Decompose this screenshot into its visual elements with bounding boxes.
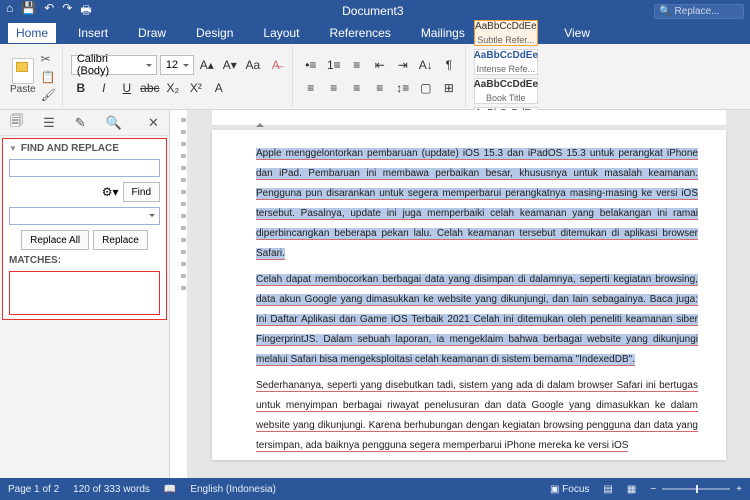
matches-list [9,271,160,315]
change-case-icon[interactable]: Aa [243,55,263,75]
matches-label: MATCHES: [9,255,160,266]
line-spacing-icon[interactable]: ↕≡ [393,78,413,98]
style-subtle-refer-[interactable]: AaBbCcDdEeSubtle Refer... [474,20,538,46]
tab-design[interactable]: Design [188,23,241,43]
increase-indent-icon[interactable]: ⇥ [393,55,413,75]
status-lang[interactable]: English (Indonesia) [190,484,276,495]
document-page[interactable]: Apple menggelontorkan pembaruan (update)… [212,130,726,460]
tab-home[interactable]: Home [8,23,56,43]
tab-references[interactable]: References [321,23,398,43]
cut-icon[interactable]: ✂ [41,52,56,66]
horizontal-ruler [212,110,726,126]
panel-title: FIND AND REPLACE [9,143,160,154]
style-book-title[interactable]: AaBbCcDdEeBook Title [474,78,538,104]
zoom-in-icon[interactable]: + [736,484,742,495]
replace-button[interactable]: Replace [93,230,148,250]
print-icon[interactable]: 🖶 [80,1,91,22]
bold-button[interactable]: B [71,78,91,98]
status-page[interactable]: Page 1 of 2 [8,484,59,495]
search-icon: 🔍 [659,6,671,17]
font-name-select[interactable]: Calibri (Body) [71,55,157,75]
find-button[interactable]: Find [123,182,160,202]
font-color-button[interactable]: A [209,78,229,98]
document-title: Document3 [98,4,648,18]
copy-icon[interactable]: 📋 [41,70,56,84]
view-print-icon[interactable]: ▤ [603,484,612,495]
align-center-icon[interactable]: ≡ [324,78,344,98]
style-intense-refe-[interactable]: AaBbCcDdEeIntense Refe... [474,49,538,75]
status-spell-icon[interactable]: 📖 [164,484,176,495]
panel-close-icon[interactable]: ✕ [148,115,159,131]
tab-draw[interactable]: Draw [130,23,174,43]
nav-search-icon[interactable]: 🔍 [106,115,122,131]
align-left-icon[interactable]: ≡ [301,78,321,98]
undo-icon[interactable]: ↶ [44,1,54,22]
italic-button[interactable]: I [94,78,114,98]
justify-icon[interactable]: ≡ [370,78,390,98]
tab-view[interactable]: View [556,23,598,43]
paragraph-3: Sederhananya, seperti yang disebutkan ta… [256,380,698,452]
underline-button[interactable]: U [117,78,137,98]
tab-insert[interactable]: Insert [70,23,116,43]
sort-icon[interactable]: A↓ [416,55,436,75]
zoom-out-icon[interactable]: − [650,484,656,495]
titlebar-search[interactable]: 🔍Replace... [654,4,744,19]
align-right-icon[interactable]: ≡ [347,78,367,98]
shading-icon[interactable]: ▢ [416,78,436,98]
replace-all-button[interactable]: Replace All [21,230,89,250]
status-words[interactable]: 120 of 333 words [73,484,150,495]
numbering-icon[interactable]: 1≡ [324,55,344,75]
shrink-font-icon[interactable]: A▾ [220,55,240,75]
view-web-icon[interactable]: ▦ [627,484,636,495]
subscript-button[interactable]: X₂ [163,78,183,98]
decrease-indent-icon[interactable]: ⇤ [370,55,390,75]
focus-mode[interactable]: ▣ Focus [550,484,589,495]
font-size-select[interactable]: 12 [160,55,194,75]
paragraph-2: Celah dapat membocorkan berbagai data ya… [256,274,698,366]
nav-thumbnails-icon[interactable]: 🗐 [10,112,23,134]
tab-mailings[interactable]: Mailings [413,23,473,43]
format-painter-icon[interactable]: 🖌 [41,88,56,102]
tab-layout[interactable]: Layout [255,23,307,43]
replace-input[interactable] [9,207,160,225]
redo-icon[interactable]: ↷ [62,1,72,22]
borders-icon[interactable]: ⊞ [439,78,459,98]
save-icon[interactable]: 💾 [21,1,36,22]
paste-label: Paste [10,84,36,95]
nav-results-icon[interactable]: ✎ [75,115,86,131]
multilevel-icon[interactable]: ≡ [347,55,367,75]
zoom-slider[interactable] [662,488,730,490]
paste-icon[interactable] [12,58,34,84]
bullets-icon[interactable]: •≡ [301,55,321,75]
superscript-button[interactable]: X² [186,78,206,98]
grow-font-icon[interactable]: A▴ [197,55,217,75]
nav-headings-icon[interactable]: ☰ [43,115,55,131]
vertical-ruler [170,110,188,478]
gear-icon[interactable]: ⚙▾ [102,185,119,199]
clear-format-icon[interactable]: A̶ [266,55,286,75]
paragraph-1: Apple menggelontorkan pembaruan (update)… [256,148,698,260]
find-input[interactable] [9,159,160,177]
strike-button[interactable]: abc [140,78,160,98]
show-marks-icon[interactable]: ¶ [439,55,459,75]
home-icon[interactable]: ⌂ [6,1,13,22]
